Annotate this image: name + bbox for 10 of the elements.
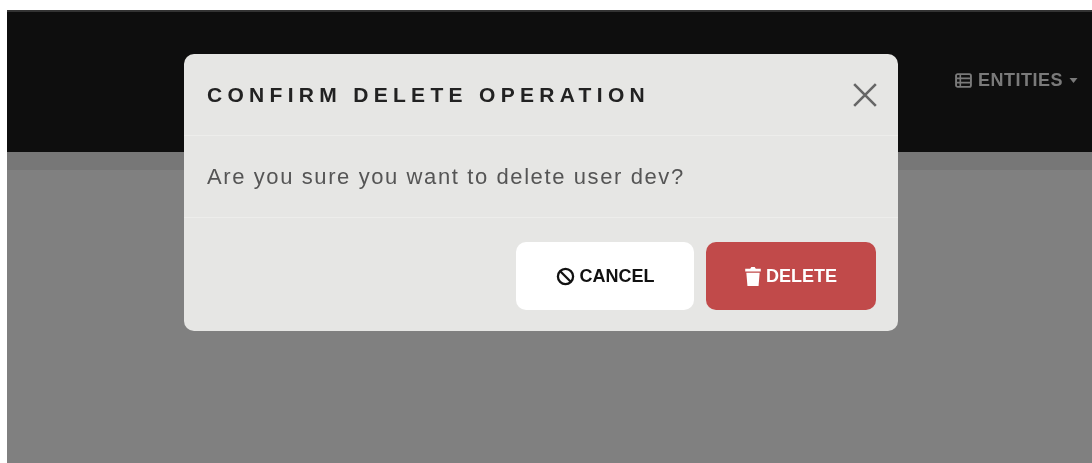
- ban-icon: [555, 266, 575, 286]
- cancel-button[interactable]: CANCEL: [516, 242, 694, 310]
- close-button[interactable]: [852, 81, 878, 108]
- dialog-message: Are you sure you want to delete user dev?: [207, 163, 685, 190]
- caret-icon: [1069, 78, 1078, 83]
- entities-menu[interactable]: ENTITIES: [955, 70, 1078, 91]
- delete-button[interactable]: DELETE: [706, 242, 876, 310]
- trash-icon: [745, 266, 761, 286]
- dialog-title: CONFIRM DELETE OPERATION: [207, 82, 650, 107]
- table-icon: [955, 73, 972, 88]
